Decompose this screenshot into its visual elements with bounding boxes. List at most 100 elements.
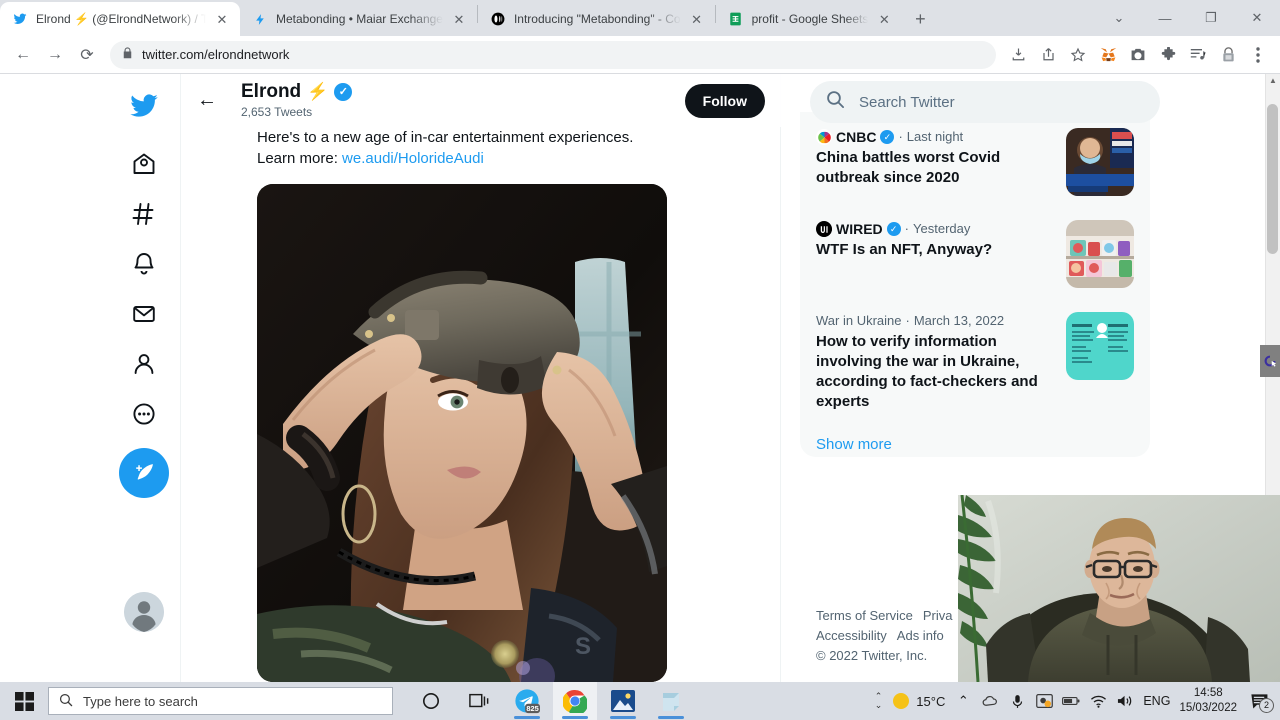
google-chrome-icon[interactable]	[553, 682, 597, 720]
browser-tab-0[interactable]: Elrond ⚡ (@ElrondNetwork) / Twitter ✕	[0, 2, 240, 36]
chevron-up-icon[interactable]: ⌃	[954, 693, 972, 709]
onedrive-icon[interactable]	[981, 695, 999, 707]
new-tab-button[interactable]: +	[906, 5, 934, 33]
news-item-timestamp: March 13, 2022	[913, 313, 1005, 328]
windows-taskbar: Type here to search 825 ⌃ ⌄ 15°C ⌃ ENG 1…	[0, 682, 1280, 720]
microphone-icon[interactable]	[1008, 694, 1026, 709]
sidebar-item-home[interactable]	[120, 140, 168, 188]
task-view-icon[interactable]	[457, 682, 501, 720]
browser-tab-2[interactable]: Introducing "Metabonding" - Co ✕	[478, 2, 715, 36]
accessibility-link[interactable]: Accessibility	[816, 628, 887, 643]
terms-of-service-link[interactable]: Terms of Service	[816, 608, 913, 623]
scrollbar-thumb[interactable]	[1267, 104, 1278, 254]
medium-icon	[490, 11, 506, 27]
sheets-icon	[728, 11, 744, 27]
tweet-count: 2,653 Tweets	[241, 105, 313, 119]
browser-tab-1[interactable]: Metabonding • Maiar Exchange ✕	[240, 2, 477, 36]
extensions-puzzle-icon[interactable]	[1154, 41, 1182, 69]
scroll-up-icon[interactable]: ▲	[1269, 76, 1277, 85]
news-thumbnail	[1066, 220, 1134, 288]
metamask-fox-icon[interactable]	[1094, 41, 1122, 69]
show-more-link[interactable]: Show more	[800, 424, 1150, 457]
news-item[interactable]: War in Ukraine · March 13, 2022 How to v…	[800, 300, 1150, 424]
tray-scroll-icons[interactable]: ⌃ ⌄	[875, 692, 883, 710]
screenshot-camera-icon[interactable]	[1124, 41, 1152, 69]
back-icon[interactable]: ←	[8, 40, 38, 70]
side-extension-tab[interactable]	[1260, 345, 1280, 377]
bookmark-star-icon[interactable]	[1064, 41, 1092, 69]
lock-icon	[122, 47, 133, 62]
minimize-button[interactable]: —	[1142, 2, 1188, 34]
sidebar-item-explore[interactable]	[120, 190, 168, 238]
sidebar-item-notifications[interactable]	[120, 240, 168, 288]
battery-icon[interactable]	[1062, 695, 1080, 707]
close-icon[interactable]: ✕	[876, 11, 892, 27]
volume-icon[interactable]	[1116, 694, 1134, 708]
verified-badge: ✓	[886, 222, 901, 236]
follow-button[interactable]: Follow	[684, 83, 765, 118]
privacy-link[interactable]: Priva	[923, 608, 953, 623]
sidebar-item-messages[interactable]	[120, 290, 168, 338]
maximize-button[interactable]: ❐	[1188, 2, 1234, 34]
chrome-menu-icon[interactable]	[1244, 41, 1272, 69]
close-window-button[interactable]: ✕	[1234, 2, 1280, 34]
chevron-down-icon[interactable]: ⌄	[1096, 2, 1142, 34]
avatar[interactable]	[124, 592, 164, 632]
address-bar[interactable]: twitter.com/elrondnetwork	[110, 40, 996, 69]
news-item-text: CNBC ✓ · Last night China battles worst …	[816, 128, 1054, 188]
search-icon	[59, 693, 73, 710]
forward-icon[interactable]: →	[40, 40, 70, 70]
taskbar-search-box[interactable]: Type here to search	[48, 687, 393, 715]
reading-list-icon[interactable]	[1184, 41, 1212, 69]
password-lock-icon[interactable]	[1214, 41, 1242, 69]
back-icon[interactable]: ←	[197, 89, 219, 112]
sticky-notes-icon[interactable]	[649, 682, 693, 720]
browser-tab-title: Introducing "Metabonding" - Co	[513, 12, 681, 26]
weather-widget[interactable]: 15°C	[893, 693, 945, 709]
sun-icon	[893, 693, 910, 709]
screen-root: Elrond ⚡ (@ElrondNetwork) / Twitter ✕ Me…	[0, 0, 1280, 720]
svg-text:S: S	[575, 633, 591, 660]
compose-tweet-button[interactable]	[119, 448, 169, 498]
news-item-time: ·	[905, 313, 910, 328]
tweet-media-image[interactable]: S	[257, 184, 667, 682]
system-tray: ⌃ ⌄ 15°C ⌃ ENG 14:58 15/03/2022 2	[875, 686, 1280, 716]
sidebar-item-more[interactable]	[120, 390, 168, 438]
telegram-icon[interactable]: 825	[505, 682, 549, 720]
news-item[interactable]: WIRED ✓ · Yesterday WTF Is an NFT, Anywa…	[800, 208, 1150, 300]
search-bar[interactable]	[810, 81, 1160, 123]
tweet-link[interactable]: we.audi/HolorideAudi	[342, 150, 484, 167]
wifi-icon[interactable]	[1089, 695, 1107, 708]
share-icon[interactable]	[1034, 41, 1062, 69]
search-input[interactable]	[859, 93, 1144, 111]
ads-info-link[interactable]: Ads info	[897, 628, 944, 643]
browser-tab-strip: Elrond ⚡ (@ElrondNetwork) / Twitter ✕ Me…	[0, 0, 1280, 36]
news-item-timestamp: Last night	[906, 129, 964, 144]
news-item-meta: War in Ukraine · March 13, 2022	[816, 312, 1054, 330]
sidebar-item-profile[interactable]	[120, 340, 168, 388]
photos-icon[interactable]	[601, 682, 645, 720]
close-icon[interactable]: ✕	[689, 11, 705, 27]
close-icon[interactable]: ✕	[451, 11, 467, 27]
twitter-sidebar-nav	[108, 74, 181, 682]
profile-header-text: Elrond ⚡ ✓ 2,653 Tweets	[241, 81, 663, 120]
webcam-overlay	[958, 495, 1280, 682]
language-indicator[interactable]: ENG	[1143, 694, 1170, 708]
install-icon[interactable]	[1004, 41, 1032, 69]
browser-tab-3[interactable]: profit - Google Sheets ✕	[716, 2, 903, 36]
news-item-text: WIRED ✓ · Yesterday WTF Is an NFT, Anywa…	[816, 220, 1054, 260]
news-item[interactable]: CNBC ✓ · Last night China battles worst …	[800, 116, 1150, 208]
twitter-bird-icon	[12, 11, 28, 27]
reload-icon[interactable]: ⟳	[72, 40, 102, 70]
clock[interactable]: 14:58 15/03/2022	[1179, 686, 1237, 716]
twitter-logo-icon[interactable]	[120, 82, 168, 130]
nvidia-icon[interactable]	[1035, 694, 1053, 708]
news-item-title: How to verify information involving the …	[816, 333, 1038, 410]
cortana-icon[interactable]	[409, 682, 453, 720]
news-item-timestamp: Yesterday	[913, 221, 971, 236]
close-icon[interactable]: ✕	[214, 11, 230, 27]
start-icon[interactable]	[0, 682, 48, 720]
browser-tab-title: Elrond ⚡ (@ElrondNetwork) / Twitter	[36, 12, 206, 26]
action-center-icon[interactable]: 2	[1246, 693, 1274, 713]
tweet-text-line-1: Here's to a new age of in-car entertainm…	[257, 129, 634, 146]
